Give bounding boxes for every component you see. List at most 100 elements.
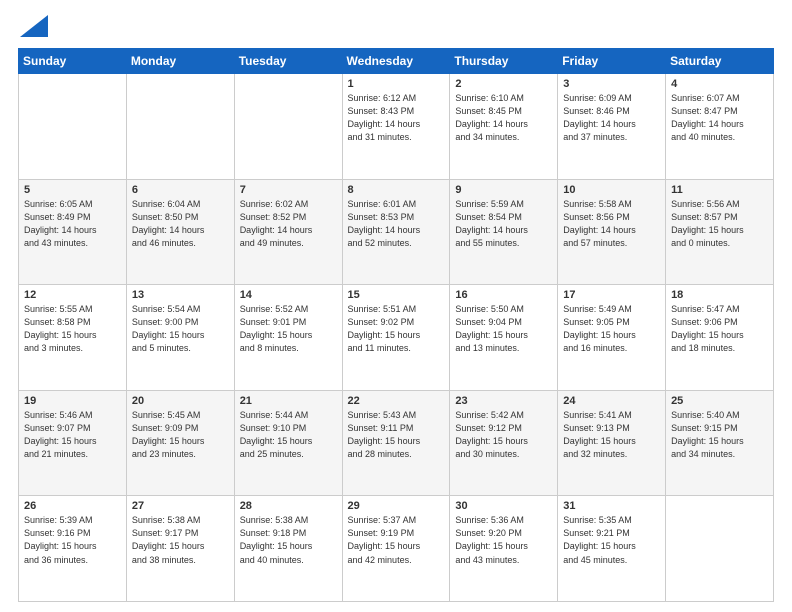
logo <box>18 16 48 40</box>
calendar-cell: 16 Sunrise: 5:50 AM Sunset: 9:04 PM Dayli… <box>450 285 558 391</box>
calendar-cell: 31 Sunrise: 5:35 AM Sunset: 9:21 PM Dayli… <box>558 496 666 602</box>
day-number: 22 <box>348 395 445 407</box>
calendar-cell: 10 Sunrise: 5:58 AM Sunset: 8:56 PM Dayli… <box>558 179 666 285</box>
day-number: 19 <box>24 395 121 407</box>
calendar-week-row: 5Sunrise: 6:05 AM Sunset: 8:49 PM Daylig… <box>19 179 774 285</box>
calendar-cell: 13Sunrise: 5:54 AM Sunset: 9:00 PM Dayli… <box>126 285 234 391</box>
day-number: 5 <box>24 184 121 196</box>
day-info: Sunrise: 5:38 AM Sunset: 9:18 PM Dayligh… <box>240 514 337 566</box>
day-info: Sunrise: 5:41 AM Sunset: 9:13 PM Dayligh… <box>563 409 660 461</box>
day-info: Sunrise: 5:37 AM Sunset: 9:19 PM Dayligh… <box>348 514 445 566</box>
day-number: 6 <box>132 184 229 196</box>
calendar-cell <box>666 496 774 602</box>
day-number: 7 <box>240 184 337 196</box>
day-number: 14 <box>240 289 337 301</box>
day-info: Sunrise: 6:04 AM Sunset: 8:50 PM Dayligh… <box>132 198 229 250</box>
calendar-cell: 2 Sunrise: 6:10 AM Sunset: 8:45 PM Daylig… <box>450 74 558 180</box>
calendar-cell: 18 Sunrise: 5:47 AM Sunset: 9:06 PM Dayli… <box>666 285 774 391</box>
calendar-cell: 24 Sunrise: 5:41 AM Sunset: 9:13 PM Dayli… <box>558 390 666 496</box>
calendar-cell: 11 Sunrise: 5:56 AM Sunset: 8:57 PM Dayli… <box>666 179 774 285</box>
day-info: Sunrise: 5:58 AM Sunset: 8:56 PM Dayligh… <box>563 198 660 250</box>
calendar-header-wednesday: Wednesday <box>342 49 450 74</box>
day-info: Sunrise: 6:10 AM Sunset: 8:45 PM Dayligh… <box>455 92 552 144</box>
calendar-cell: 22 Sunrise: 5:43 AM Sunset: 9:11 PM Dayli… <box>342 390 450 496</box>
day-number: 21 <box>240 395 337 407</box>
day-info: Sunrise: 5:55 AM Sunset: 8:58 PM Dayligh… <box>24 303 121 355</box>
day-number: 28 <box>240 500 337 512</box>
calendar-cell: 29Sunrise: 5:37 AM Sunset: 9:19 PM Dayli… <box>342 496 450 602</box>
calendar-cell: 26Sunrise: 5:39 AM Sunset: 9:16 PM Dayli… <box>19 496 127 602</box>
day-info: Sunrise: 5:51 AM Sunset: 9:02 PM Dayligh… <box>348 303 445 355</box>
calendar-week-row: 19Sunrise: 5:46 AM Sunset: 9:07 PM Dayli… <box>19 390 774 496</box>
day-info: Sunrise: 5:38 AM Sunset: 9:17 PM Dayligh… <box>132 514 229 566</box>
day-number: 13 <box>132 289 229 301</box>
day-info: Sunrise: 5:43 AM Sunset: 9:11 PM Dayligh… <box>348 409 445 461</box>
day-info: Sunrise: 6:07 AM Sunset: 8:47 PM Dayligh… <box>671 92 768 144</box>
day-number: 16 <box>455 289 552 301</box>
day-info: Sunrise: 5:56 AM Sunset: 8:57 PM Dayligh… <box>671 198 768 250</box>
day-info: Sunrise: 5:59 AM Sunset: 8:54 PM Dayligh… <box>455 198 552 250</box>
day-number: 2 <box>455 78 552 90</box>
day-number: 24 <box>563 395 660 407</box>
calendar-header-tuesday: Tuesday <box>234 49 342 74</box>
day-number: 3 <box>563 78 660 90</box>
calendar-cell: 8 Sunrise: 6:01 AM Sunset: 8:53 PM Daylig… <box>342 179 450 285</box>
calendar-header-row: SundayMondayTuesdayWednesdayThursdayFrid… <box>19 49 774 74</box>
day-info: Sunrise: 6:12 AM Sunset: 8:43 PM Dayligh… <box>348 92 445 144</box>
calendar-cell: 15 Sunrise: 5:51 AM Sunset: 9:02 PM Dayli… <box>342 285 450 391</box>
calendar-cell: 1 Sunrise: 6:12 AM Sunset: 8:43 PM Daylig… <box>342 74 450 180</box>
calendar-cell: 12 Sunrise: 5:55 AM Sunset: 8:58 PM Dayli… <box>19 285 127 391</box>
day-info: Sunrise: 5:50 AM Sunset: 9:04 PM Dayligh… <box>455 303 552 355</box>
calendar-cell: 4Sunrise: 6:07 AM Sunset: 8:47 PM Daylig… <box>666 74 774 180</box>
day-number: 31 <box>563 500 660 512</box>
calendar-cell: 9 Sunrise: 5:59 AM Sunset: 8:54 PM Daylig… <box>450 179 558 285</box>
calendar-cell: 19Sunrise: 5:46 AM Sunset: 9:07 PM Dayli… <box>19 390 127 496</box>
calendar-header-monday: Monday <box>126 49 234 74</box>
day-info: Sunrise: 5:35 AM Sunset: 9:21 PM Dayligh… <box>563 514 660 566</box>
page: SundayMondayTuesdayWednesdayThursdayFrid… <box>0 0 792 612</box>
calendar-cell: 17 Sunrise: 5:49 AM Sunset: 9:05 PM Dayli… <box>558 285 666 391</box>
calendar-cell: 21 Sunrise: 5:44 AM Sunset: 9:10 PM Dayli… <box>234 390 342 496</box>
calendar-cell <box>234 74 342 180</box>
day-info: Sunrise: 5:52 AM Sunset: 9:01 PM Dayligh… <box>240 303 337 355</box>
calendar-cell: 3 Sunrise: 6:09 AM Sunset: 8:46 PM Daylig… <box>558 74 666 180</box>
day-info: Sunrise: 5:49 AM Sunset: 9:05 PM Dayligh… <box>563 303 660 355</box>
day-info: Sunrise: 6:09 AM Sunset: 8:46 PM Dayligh… <box>563 92 660 144</box>
day-number: 12 <box>24 289 121 301</box>
day-info: Sunrise: 5:36 AM Sunset: 9:20 PM Dayligh… <box>455 514 552 566</box>
calendar-header-thursday: Thursday <box>450 49 558 74</box>
calendar-cell: 6 Sunrise: 6:04 AM Sunset: 8:50 PM Daylig… <box>126 179 234 285</box>
calendar-cell: 23 Sunrise: 5:42 AM Sunset: 9:12 PM Dayli… <box>450 390 558 496</box>
calendar-week-row: 1 Sunrise: 6:12 AM Sunset: 8:43 PM Daylig… <box>19 74 774 180</box>
calendar-cell: 25 Sunrise: 5:40 AM Sunset: 9:15 PM Dayli… <box>666 390 774 496</box>
day-info: Sunrise: 5:40 AM Sunset: 9:15 PM Dayligh… <box>671 409 768 461</box>
day-info: Sunrise: 5:45 AM Sunset: 9:09 PM Dayligh… <box>132 409 229 461</box>
day-info: Sunrise: 5:39 AM Sunset: 9:16 PM Dayligh… <box>24 514 121 566</box>
day-number: 25 <box>671 395 768 407</box>
day-number: 23 <box>455 395 552 407</box>
header <box>18 16 774 40</box>
calendar-header-sunday: Sunday <box>19 49 127 74</box>
calendar-cell: 14 Sunrise: 5:52 AM Sunset: 9:01 PM Dayli… <box>234 285 342 391</box>
calendar-week-row: 12 Sunrise: 5:55 AM Sunset: 8:58 PM Dayli… <box>19 285 774 391</box>
day-number: 18 <box>671 289 768 301</box>
calendar-cell: 5Sunrise: 6:05 AM Sunset: 8:49 PM Daylig… <box>19 179 127 285</box>
day-info: Sunrise: 6:01 AM Sunset: 8:53 PM Dayligh… <box>348 198 445 250</box>
calendar-week-row: 26Sunrise: 5:39 AM Sunset: 9:16 PM Dayli… <box>19 496 774 602</box>
day-number: 8 <box>348 184 445 196</box>
logo-triangle-icon <box>20 12 48 40</box>
day-number: 1 <box>348 78 445 90</box>
day-number: 10 <box>563 184 660 196</box>
day-number: 9 <box>455 184 552 196</box>
day-info: Sunrise: 5:47 AM Sunset: 9:06 PM Dayligh… <box>671 303 768 355</box>
calendar-cell: 7Sunrise: 6:02 AM Sunset: 8:52 PM Daylig… <box>234 179 342 285</box>
calendar-cell: 28 Sunrise: 5:38 AM Sunset: 9:18 PM Dayli… <box>234 496 342 602</box>
day-info: Sunrise: 5:42 AM Sunset: 9:12 PM Dayligh… <box>455 409 552 461</box>
day-number: 27 <box>132 500 229 512</box>
day-number: 11 <box>671 184 768 196</box>
calendar-cell: 30Sunrise: 5:36 AM Sunset: 9:20 PM Dayli… <box>450 496 558 602</box>
day-number: 15 <box>348 289 445 301</box>
day-info: Sunrise: 5:44 AM Sunset: 9:10 PM Dayligh… <box>240 409 337 461</box>
day-number: 17 <box>563 289 660 301</box>
calendar-cell: 27 Sunrise: 5:38 AM Sunset: 9:17 PM Dayli… <box>126 496 234 602</box>
